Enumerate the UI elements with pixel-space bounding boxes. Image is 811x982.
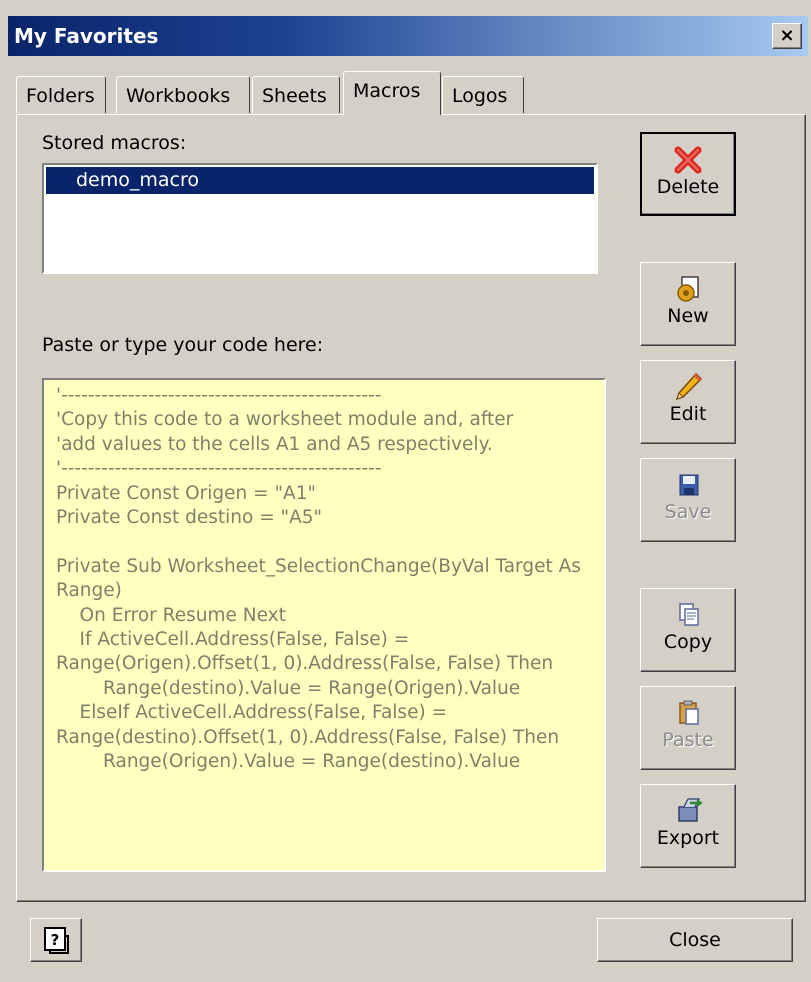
window-title: My Favorites bbox=[14, 24, 159, 48]
copy-button-label: Copy bbox=[663, 631, 713, 653]
code-editor-text[interactable]: '---------------------------------------… bbox=[44, 380, 604, 775]
edit-button-label: Edit bbox=[669, 403, 707, 425]
help-icon: ? bbox=[44, 927, 69, 954]
new-button-label: New bbox=[667, 305, 709, 327]
export-button-label: Export bbox=[656, 827, 720, 849]
copy-icon bbox=[679, 603, 699, 626]
tab-sheets[interactable]: Sheets bbox=[252, 76, 340, 113]
help-button[interactable]: ? bbox=[30, 918, 82, 962]
save-button[interactable]: Save bbox=[640, 458, 736, 542]
help-glyph: ? bbox=[51, 931, 60, 949]
edit-button[interactable]: Edit bbox=[640, 360, 736, 444]
tab-logos[interactable]: Logos bbox=[442, 76, 524, 113]
new-macro-icon bbox=[677, 276, 699, 302]
export-icon bbox=[678, 798, 703, 822]
tab-folders[interactable]: Folders bbox=[16, 76, 106, 113]
delete-button[interactable]: Delete bbox=[640, 132, 736, 216]
new-button[interactable]: New bbox=[640, 262, 736, 346]
paste-button-label: Paste bbox=[662, 729, 714, 751]
red-x-icon bbox=[674, 146, 702, 174]
delete-button-label: Delete bbox=[656, 176, 720, 198]
stored-macros-list[interactable]: demo_macro bbox=[42, 163, 598, 274]
save-button-label: Save bbox=[664, 501, 712, 523]
export-button[interactable]: Export bbox=[640, 784, 736, 868]
my-favorites-dialog: My Favorites × Folders Workbooks Sheets … bbox=[0, 0, 811, 982]
floppy-disk-icon bbox=[679, 474, 699, 496]
paste-button[interactable]: Paste bbox=[640, 686, 736, 770]
stored-macros-label: Stored macros: bbox=[42, 132, 187, 154]
tab-macros[interactable]: Macros bbox=[343, 71, 441, 115]
paste-icon bbox=[679, 700, 699, 725]
pencil-icon bbox=[675, 372, 703, 401]
code-editor-label: Paste or type your code here: bbox=[42, 334, 324, 356]
code-editor[interactable]: '---------------------------------------… bbox=[42, 378, 606, 872]
window-close-button[interactable]: × bbox=[772, 23, 802, 49]
tab-workbooks[interactable]: Workbooks bbox=[116, 76, 250, 113]
copy-button[interactable]: Copy bbox=[640, 588, 736, 672]
list-item[interactable]: demo_macro bbox=[46, 167, 594, 194]
close-button[interactable]: Close bbox=[597, 918, 793, 962]
title-bar[interactable]: My Favorites × bbox=[8, 16, 808, 56]
